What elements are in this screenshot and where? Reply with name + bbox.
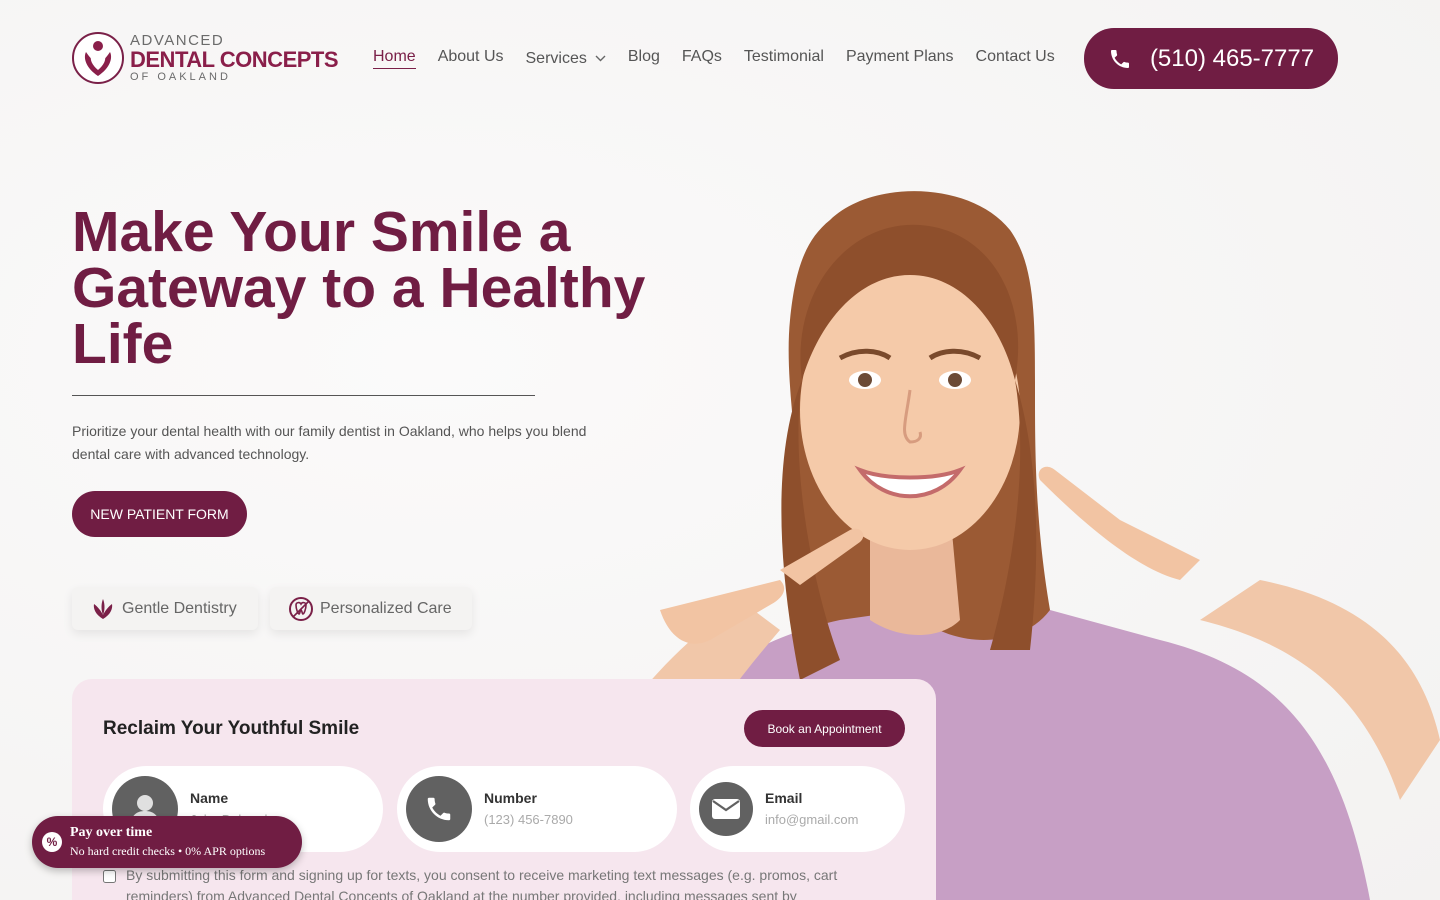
chevron-down-icon	[595, 55, 606, 62]
phone-icon	[1110, 49, 1129, 68]
logo-line-dental-concepts: DENTAL CONCEPTS	[130, 47, 339, 72]
logo-line-of-oakland: OF OAKLAND	[130, 71, 231, 83]
lotus-icon	[93, 598, 113, 619]
nav-blog[interactable]: Blog	[628, 48, 660, 69]
email-field[interactable]: Email	[690, 766, 905, 852]
hero-description: Prioritize your dental health with our f…	[72, 423, 587, 462]
book-appointment-button[interactable]: Book an Appointment	[744, 710, 905, 747]
phone-icon	[406, 776, 472, 842]
hero-divider	[72, 395, 535, 396]
email-field-label: Email	[765, 789, 803, 806]
percent-icon: %	[42, 832, 62, 852]
new-patient-form-button[interactable]: NEW PATIENT FORM	[72, 491, 247, 537]
feature-personalized-care: Personalized Care	[270, 587, 472, 630]
form-title: Reclaim Your Youthful Smile	[103, 718, 360, 739]
nav-testimonial[interactable]: Testimonial	[744, 48, 824, 69]
site-header: ADVANCED DENTAL CONCEPTS OF OAKLAND Home…	[0, 0, 1440, 116]
nav-faqs[interactable]: FAQs	[682, 48, 722, 69]
brand-logo[interactable]: ADVANCED DENTAL CONCEPTS OF OAKLAND	[72, 32, 339, 84]
logo-emblem-icon	[72, 32, 124, 84]
nav-home[interactable]: Home	[373, 48, 416, 69]
sms-consent-text: By submitting this form and signing up f…	[126, 867, 838, 900]
phone-number-label: (510) 465-7777	[1149, 44, 1315, 72]
feature-label: Personalized Care	[320, 599, 452, 617]
nav-about-us[interactable]: About Us	[438, 48, 504, 69]
nav-services[interactable]: Services	[526, 48, 606, 69]
pay-over-time-badge[interactable]: % Pay over time No hard credit checks • …	[32, 816, 302, 868]
feature-label: Gentle Dentistry	[122, 599, 237, 617]
feature-gentle-dentistry: Gentle Dentistry	[72, 587, 258, 630]
name-field-label: Name	[190, 789, 229, 806]
logo-line-advanced: ADVANCED	[130, 32, 225, 49]
page: ADVANCED DENTAL CONCEPTS OF OAKLAND Home…	[0, 0, 1440, 900]
hero-title: Make Your Smile a Gateway to a Healthy L…	[72, 200, 646, 376]
sms-consent-checkbox[interactable]	[103, 870, 116, 883]
tooth-cross-icon	[289, 596, 313, 621]
nav-services-label: Services	[525, 49, 587, 67]
nav-payment-plans[interactable]: Payment Plans	[846, 48, 954, 69]
main-nav: Home About Us Services Blog FAQs Testimo…	[373, 48, 1055, 69]
call-phone-button[interactable]: (510) 465-7777	[1084, 28, 1338, 89]
nav-contact-us[interactable]: Contact Us	[976, 48, 1055, 69]
sms-consent: By submitting this form and signing up f…	[103, 865, 903, 900]
pay-badge-subtitle: No hard credit checks • 0% APR options	[70, 844, 266, 858]
number-field-label: Number	[484, 789, 537, 806]
number-field[interactable]: Number	[397, 766, 677, 852]
pay-badge-title: Pay over time	[70, 825, 153, 840]
number-input[interactable]	[484, 811, 644, 827]
email-input[interactable]	[765, 811, 885, 827]
envelope-icon	[699, 782, 753, 836]
